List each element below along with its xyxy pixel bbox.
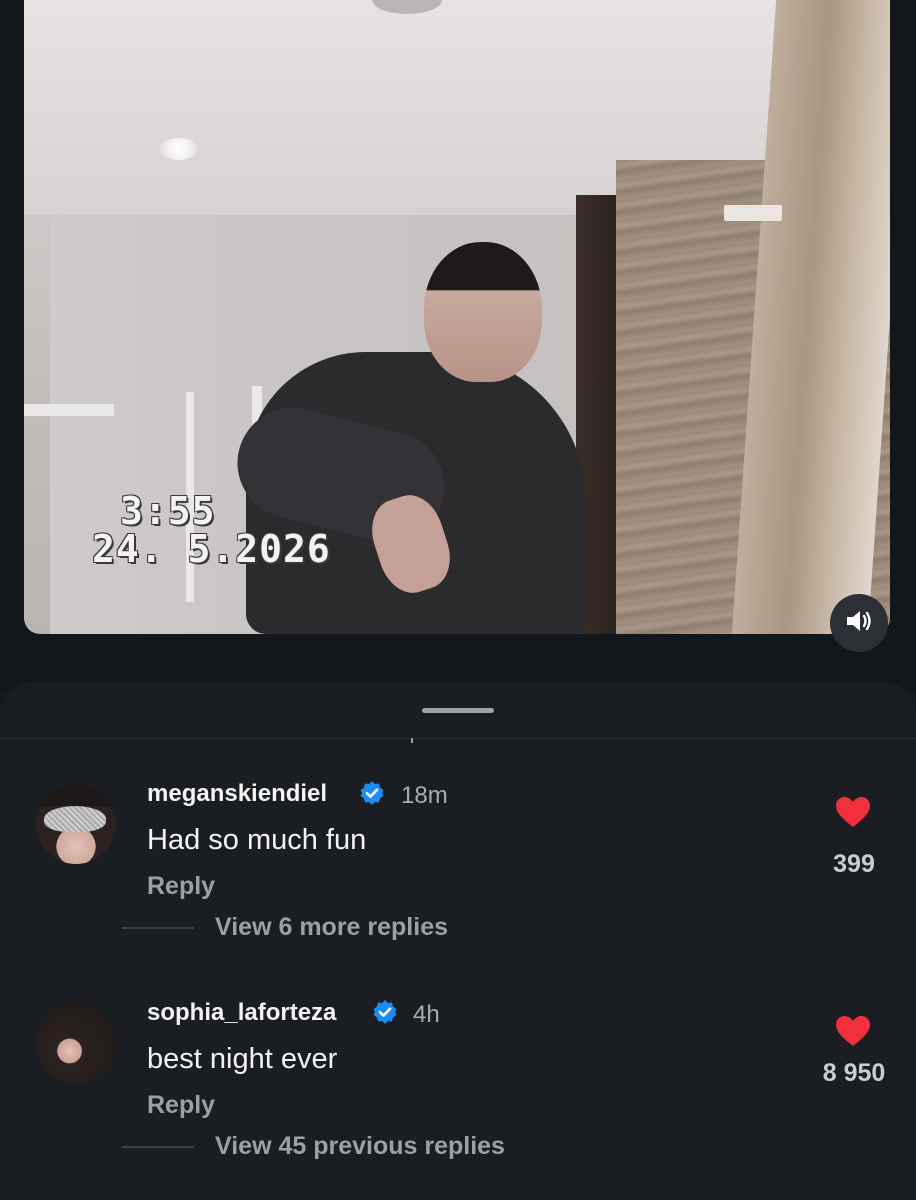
video-person-head (424, 242, 542, 382)
avatar[interactable] (36, 1003, 116, 1083)
video-player[interactable]: 3:55 24. 5.2026 (24, 0, 890, 634)
comment-text: best night ever (147, 1043, 338, 1075)
video-glass-line (24, 404, 114, 416)
reply-button[interactable]: Reply (147, 872, 215, 901)
sound-toggle-button[interactable] (830, 594, 888, 652)
comment-username[interactable]: sophia_laforteza (147, 999, 336, 1027)
view-more-replies-button[interactable]: View 6 more replies (215, 913, 448, 942)
replies-line (122, 927, 194, 929)
comment-item: sophia_laforteza 4h best night ever Repl… (0, 991, 916, 1200)
reply-button[interactable]: Reply (147, 1091, 215, 1120)
avatar[interactable] (36, 784, 116, 864)
avatar-hair (36, 784, 116, 806)
video-area: 3:55 24. 5.2026 (0, 0, 916, 690)
video-ceiling-light (160, 138, 198, 160)
like-count: 8 950 (822, 1059, 886, 1087)
comments-sheet: meganskiendiel 18m Had so much fun Reply… (0, 682, 916, 1200)
view-previous-replies-button[interactable]: View 45 previous replies (215, 1132, 505, 1161)
heart-icon[interactable] (835, 796, 871, 828)
verified-badge-icon (359, 780, 385, 806)
comment-time: 4h (413, 1001, 440, 1028)
sheet-divider (0, 738, 916, 739)
speaker-icon (845, 609, 873, 638)
sheet-drag-handle[interactable] (422, 708, 494, 713)
video-wall-sign (724, 205, 782, 221)
comment-text: Had so much fun (147, 824, 367, 856)
replies-line (122, 1146, 194, 1148)
like-count: 399 (833, 850, 875, 878)
comment-item: meganskiendiel 18m Had so much fun Reply… (0, 772, 916, 982)
video-timestamp: 3:55 24. 5.2026 (92, 489, 330, 634)
timestamp-time: 3:55 (120, 489, 216, 533)
avatar-mask (44, 806, 106, 832)
comment-time: 18m (401, 782, 448, 809)
comment-username[interactable]: meganskiendiel (147, 780, 327, 808)
timestamp-date: 24. 5.2026 (92, 527, 331, 571)
scroll-indicator (411, 738, 413, 743)
verified-badge-icon (372, 999, 398, 1025)
heart-icon[interactable] (835, 1015, 871, 1047)
